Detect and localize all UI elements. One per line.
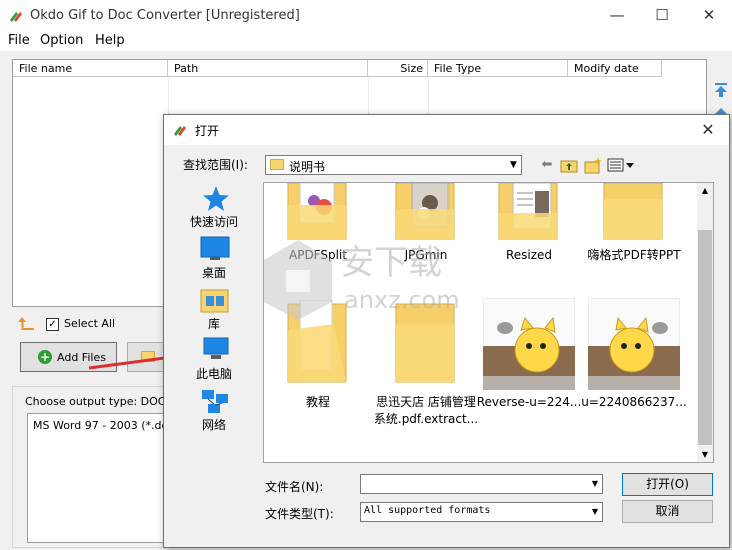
- close-button[interactable]: ✕: [686, 0, 732, 31]
- add-icon: +: [38, 350, 52, 364]
- filetype-value: All supported formats: [364, 505, 491, 516]
- dialog-title: 打开: [195, 124, 220, 138]
- col-modify-date[interactable]: Modify date: [568, 60, 662, 77]
- file-item-label: 思迅天店 店铺管理系统.pdf.extract...: [373, 395, 479, 426]
- filename-label: 文件名(N):: [265, 480, 324, 494]
- folder-icon: [603, 183, 663, 240]
- cancel-button[interactable]: 取消: [622, 500, 713, 523]
- place-quick-access[interactable]: 快速访问: [184, 213, 244, 230]
- place-library[interactable]: 库: [184, 315, 244, 332]
- move-top-icon[interactable]: [713, 82, 729, 98]
- cat-image-thumbnail: [483, 298, 575, 390]
- select-all-label: Select All: [64, 317, 116, 330]
- chevron-down-icon[interactable]: ▼: [506, 156, 521, 174]
- app-logo-icon: [174, 126, 186, 136]
- watermark-subtext: anxz.com: [344, 286, 460, 314]
- menu-option[interactable]: Option: [40, 33, 83, 48]
- folder-icon: [270, 159, 284, 170]
- back-icon[interactable]: ⬅: [540, 155, 554, 175]
- look-in-label: 查找范围(I):: [183, 158, 248, 172]
- watermark-logo: 安下载 anxz.com: [264, 240, 460, 320]
- maximize-button[interactable]: ☐: [639, 0, 685, 31]
- view-menu-icon[interactable]: [607, 158, 635, 172]
- up-folder-icon[interactable]: [18, 316, 36, 330]
- library-icon: [200, 289, 229, 313]
- menu-help[interactable]: Help: [95, 33, 125, 48]
- scroll-up-icon[interactable]: ▲: [698, 184, 712, 198]
- app-logo-icon: [10, 12, 22, 22]
- look-in-value: 说明书: [289, 160, 326, 174]
- window-title: Okdo Gif to Doc Converter [Unregistered]: [30, 8, 300, 23]
- new-folder-icon[interactable]: [584, 156, 602, 174]
- place-desktop[interactable]: 桌面: [184, 264, 244, 281]
- file-item-label: 教程: [305, 395, 330, 409]
- desktop-icon: [200, 236, 230, 260]
- network-icon: [202, 390, 228, 413]
- scrollbar-thumb[interactable]: [698, 230, 712, 445]
- dialog-close-button[interactable]: ✕: [690, 115, 726, 145]
- filename-input[interactable]: [360, 474, 603, 494]
- col-size[interactable]: Size: [368, 60, 428, 77]
- open-button[interactable]: 打开(O): [622, 473, 713, 496]
- chevron-down-icon[interactable]: ▼: [588, 503, 602, 521]
- output-type-item[interactable]: MS Word 97 - 2003 (*.do: [33, 419, 168, 432]
- scroll-down-icon[interactable]: ▼: [698, 448, 712, 462]
- watermark-text: 安下载: [340, 243, 442, 283]
- filetype-label: 文件类型(T):: [265, 507, 334, 521]
- place-network[interactable]: 网络: [184, 416, 244, 433]
- dialog-title-bar: [164, 115, 729, 145]
- star-icon: [203, 186, 229, 211]
- col-path[interactable]: Path: [168, 60, 368, 77]
- select-all-checkbox[interactable]: ✓: [46, 318, 59, 331]
- menu-file[interactable]: File: [8, 33, 30, 48]
- col-file-name[interactable]: File name: [13, 60, 168, 77]
- cat-image-thumbnail: [588, 298, 680, 390]
- minimize-button[interactable]: —: [594, 0, 640, 31]
- file-item-label: u=2240866237...: [581, 395, 687, 409]
- folder-icon: [498, 183, 558, 240]
- chevron-down-icon[interactable]: ▼: [588, 475, 602, 493]
- place-this-pc[interactable]: 此电脑: [184, 365, 244, 382]
- output-type-list[interactable]: [27, 413, 166, 543]
- file-item-label: Reverse-u=224...: [476, 395, 582, 409]
- file-item-label: Resized: [505, 248, 553, 262]
- output-type-label: Choose output type: DOC Fil: [25, 395, 181, 408]
- col-file-type[interactable]: File Type: [428, 60, 568, 77]
- file-item-label: 嗨格式PDF转PPT: [587, 248, 681, 262]
- up-one-level-icon[interactable]: [560, 157, 578, 173]
- computer-icon: [203, 337, 229, 359]
